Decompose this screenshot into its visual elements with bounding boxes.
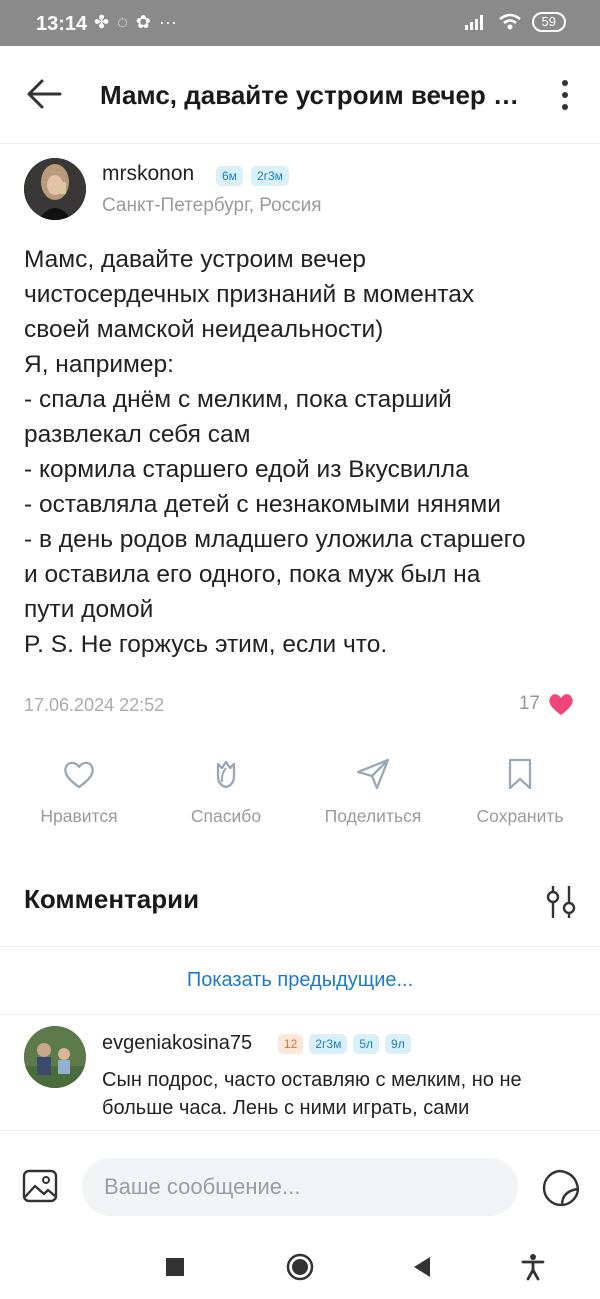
message-input[interactable] [82, 1158, 518, 1216]
thanks-button[interactable]: Спасибо [161, 756, 291, 827]
back-arrow-icon[interactable] [24, 76, 64, 112]
wifi-icon [498, 13, 521, 30]
bookmark-icon [508, 758, 532, 790]
commenter-username[interactable]: evgeniakosina75 [102, 1032, 252, 1055]
filter-sliders-icon[interactable] [544, 884, 578, 920]
commenter-avatar[interactable] [24, 1026, 86, 1088]
page-title: Мамс, давайте устроим вечер ч... [100, 80, 520, 110]
back-triangle-icon[interactable] [408, 1252, 438, 1282]
child-age-badge: 9л [385, 1034, 411, 1054]
home-circle-icon[interactable] [285, 1252, 315, 1282]
share-label: Поделиться [324, 806, 422, 826]
divider [0, 946, 600, 947]
child-age-badge: 2г3м [250, 166, 289, 186]
comments-heading: Комментарии [24, 884, 200, 914]
accessibility-icon[interactable] [518, 1252, 548, 1282]
recents-square-icon[interactable] [160, 1252, 190, 1282]
status-bar: 13:14 ✤ ◌ ✿ ··· 59 [0, 0, 600, 46]
heart-filled-icon [549, 694, 573, 715]
post-date: 17.06.2024 22:52 [24, 695, 165, 715]
commenter-badges: 12 2г3м 5л 9л [278, 1034, 411, 1054]
child-age-badge: 2г3м [309, 1034, 348, 1054]
notification-icons: ✤ ◌ ✿ ··· [94, 12, 177, 33]
pinwheel-icon: ✤ [94, 12, 110, 32]
author-badges: 6м 2г3м [216, 166, 289, 186]
whatsapp-icon: ◌ [117, 12, 128, 32]
attach-image-icon[interactable] [22, 1169, 58, 1203]
system-nav-bar [0, 1232, 600, 1299]
status-right: 59 [464, 12, 566, 32]
post-actions: Нравится Спасибо Поделиться Сохранить [0, 756, 600, 836]
post-body: Мамс, давайте устроим вечер чистосердечн… [24, 246, 526, 658]
divider [0, 1014, 600, 1015]
heart-outline-icon [64, 761, 94, 789]
app-header: Мамс, давайте устроим вечер ч... [0, 46, 600, 144]
level-badge: 12 [278, 1034, 304, 1054]
like-label: Нравится [40, 806, 118, 826]
more-options-icon[interactable] [560, 78, 570, 112]
signal-icon [464, 15, 483, 30]
save-button[interactable]: Сохранить [455, 756, 585, 827]
author-username[interactable]: mrskonon [102, 162, 194, 186]
send-icon [356, 758, 390, 790]
author-avatar[interactable] [24, 158, 86, 220]
tulip-icon [216, 760, 236, 789]
like-count: 17 [518, 693, 540, 714]
post-author[interactable]: mrskonon 6м 2г3м Санкт-Петербург, Россия [24, 158, 584, 224]
message-composer [0, 1130, 600, 1230]
battery-indicator: 59 [531, 12, 566, 32]
like-button[interactable]: Нравится [14, 756, 144, 827]
status-time: 13:14 [36, 13, 88, 35]
more-notifications-icon: ··· [158, 12, 177, 32]
share-button[interactable]: Поделиться [308, 756, 438, 827]
show-previous-comments-link[interactable]: Показать предыдущие... [0, 969, 600, 992]
child-age-badge: 5л [353, 1034, 380, 1054]
child-age-badge: 6м [216, 166, 243, 186]
author-location: Санкт-Петербург, Россия [102, 195, 322, 216]
comment-text: Сын подрос, часто оставляю с мелким, но … [102, 1069, 522, 1119]
save-label: Сохранить [476, 806, 564, 826]
thanks-label: Спасибо [190, 806, 262, 826]
comment-item: evgeniakosina75 12 2г3м 5л 9л Сын подрос… [24, 1026, 584, 1130]
sticker-icon[interactable] [542, 1169, 580, 1207]
like-counter[interactable]: 17 [519, 692, 574, 716]
flower-icon: ✿ [135, 12, 151, 32]
